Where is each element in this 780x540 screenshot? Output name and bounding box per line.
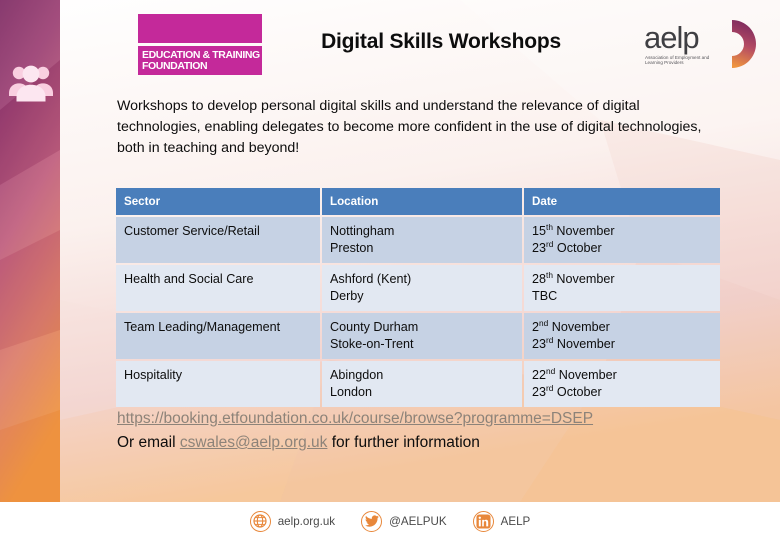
location-line: Derby <box>330 289 364 303</box>
etf-logo-line1: EDUCATION & TRAINING <box>142 48 260 61</box>
table-body: Customer Service/Retail Nottingham Preston… <box>116 217 720 407</box>
links-block: https://booking.etfoundation.co.uk/cours… <box>117 407 717 455</box>
workshop-schedule-table: Sector Location Date Customer Service/Re… <box>114 186 722 409</box>
table-row: Hospitality Abingdon London 22nd November 23… <box>116 361 720 407</box>
cell-date: 15th November 23rd October <box>524 217 720 263</box>
aelp-subtitle: Association of Employment and Learning P… <box>645 55 710 66</box>
cell-location: Ashford (Kent) Derby <box>322 265 522 311</box>
table-row: Team Leading/Management County Durham Stok… <box>116 313 720 359</box>
date-line: 23rd November <box>532 334 615 351</box>
social-item-linkedin[interactable]: AELP <box>472 510 531 532</box>
email-suffix-text: for further information <box>327 434 480 451</box>
cell-sector: Customer Service/Retail <box>116 217 320 263</box>
email-prefix-text: Or email <box>117 434 180 451</box>
location-line: Ashford (Kent) <box>330 272 412 286</box>
social-item-website[interactable]: aelp.org.uk <box>249 510 336 532</box>
date-line: 15th November <box>532 221 615 238</box>
table-header-row: Sector Location Date <box>116 188 720 215</box>
twitter-icon <box>361 510 383 532</box>
booking-url-line: https://booking.etfoundation.co.uk/cours… <box>117 407 717 431</box>
social-footer-bar: aelp.org.uk @AELPUK AELP <box>0 502 780 540</box>
social-label-twitter: @AELPUK <box>389 514 447 528</box>
date-line: 28th November <box>532 269 615 286</box>
etf-logo: EDUCATION & TRAINING FOUNDATION <box>138 14 262 76</box>
column-header-location: Location <box>322 188 522 215</box>
cell-location: Nottingham Preston <box>322 217 522 263</box>
cell-location: County Durham Stoke-on-Trent <box>322 313 522 359</box>
social-label-linkedin: AELP <box>500 514 531 528</box>
cell-location: Abingdon London <box>322 361 522 407</box>
cell-date: 22nd November 23rd October <box>524 361 720 407</box>
cell-sector: Health and Social Care <box>116 265 320 311</box>
cell-sector: Team Leading/Management <box>116 313 320 359</box>
cell-date: 2nd November 23rd November <box>524 313 720 359</box>
cell-sector: Hospitality <box>116 361 320 407</box>
location-line: Stoke-on-Trent <box>330 337 414 351</box>
aelp-logo: aelp Association of Employment and Learn… <box>640 16 768 76</box>
people-group-icon <box>9 65 53 102</box>
etf-logo-wordmark: EDUCATION & TRAINING FOUNDATION <box>138 46 262 75</box>
intro-paragraph: Workshops to develop personal digital sk… <box>117 98 702 156</box>
table-row: Health and Social Care Ashford (Kent) Derb… <box>116 265 720 311</box>
etf-logo-mark <box>138 14 262 43</box>
social-label-website: aelp.org.uk <box>277 514 336 528</box>
date-line: TBC <box>532 289 558 303</box>
linkedin-icon <box>472 510 494 532</box>
email-link[interactable]: cswales@aelp.org.uk <box>180 434 328 451</box>
location-line: Nottingham <box>330 224 395 238</box>
cell-date: 28th November TBC <box>524 265 720 311</box>
etf-logo-line2: FOUNDATION <box>142 59 208 72</box>
location-line: Preston <box>330 241 374 255</box>
date-line: 22nd November <box>532 365 617 382</box>
aelp-swoosh-icon <box>732 20 756 68</box>
date-line: 2nd November <box>532 317 610 334</box>
column-header-date: Date <box>524 188 720 215</box>
aelp-wordmark: aelp <box>644 20 700 55</box>
date-line: 23rd October <box>532 238 602 255</box>
location-line: County Durham <box>330 320 419 334</box>
social-item-twitter[interactable]: @AELPUK <box>361 510 447 532</box>
date-line: 23rd October <box>532 382 602 399</box>
location-line: London <box>330 385 373 399</box>
booking-url-link[interactable]: https://booking.etfoundation.co.uk/cours… <box>117 410 593 427</box>
globe-icon <box>249 510 271 532</box>
location-line: Abingdon <box>330 368 384 382</box>
page-title: Digital Skills Workshops <box>321 30 561 53</box>
sidebar-band <box>0 0 60 502</box>
email-line: Or email cswales@aelp.org.uk for further… <box>117 431 717 455</box>
column-header-sector: Sector <box>116 188 320 215</box>
table-row: Customer Service/Retail Nottingham Preston… <box>116 217 720 263</box>
slide: EDUCATION & TRAINING FOUNDATION Digital … <box>0 0 780 540</box>
